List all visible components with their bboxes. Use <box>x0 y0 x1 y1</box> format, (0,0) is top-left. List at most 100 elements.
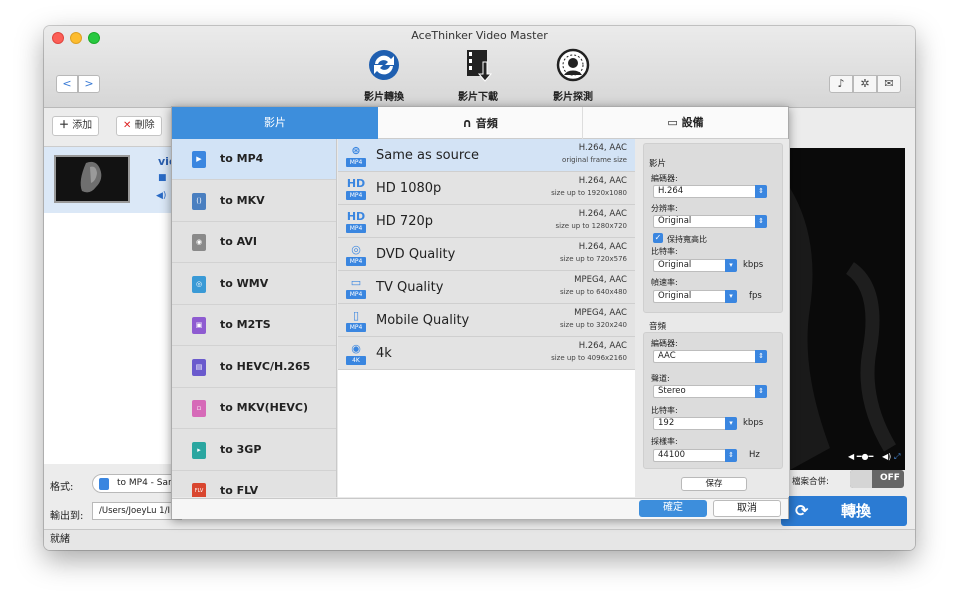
merge-toggle[interactable]: OFF <box>850 470 904 488</box>
merge-label: 檔案合併: <box>792 477 829 487</box>
resolution-label: 分辨率: <box>651 204 678 213</box>
format-item[interactable]: ▫ to MKV(HEVC) <box>172 388 336 429</box>
forward-button[interactable]: > <box>78 75 100 93</box>
convert-icon: ⟳ <box>795 501 809 520</box>
preset-format-icon: HD MP4 <box>346 177 366 200</box>
user-icon[interactable]: ♪ <box>829 75 853 93</box>
audio-encoder-value: AAC <box>658 351 676 361</box>
format-label: to 3GP <box>220 442 262 456</box>
preset-item[interactable]: HD MP4 HD 720p H.264, AAC size up to 1280x72… <box>338 205 635 238</box>
framerate-label: 幀速率: <box>651 278 678 287</box>
cancel-button[interactable]: 取消 <box>713 500 781 517</box>
preset-codec: H.264, AAC <box>578 143 627 153</box>
format-file-icon: ▶ <box>192 151 206 168</box>
chevron-down-icon: ▾ <box>725 259 737 272</box>
bitrate-unit: kbps <box>743 260 764 270</box>
add-button[interactable]: ＋ 添加 <box>52 116 100 136</box>
format-label: to MP4 <box>220 152 264 165</box>
format-select[interactable]: to MP4 - Sar <box>92 474 182 493</box>
bitrate-select[interactable]: Original ▾ <box>653 259 737 272</box>
format-item[interactable]: ▣ to M2TS <box>172 305 336 346</box>
format-label: to FLV <box>220 484 259 497</box>
ok-label: 確定 <box>663 502 683 513</box>
tool-video-convert[interactable]: 影片轉換 <box>354 46 414 103</box>
tab-device[interactable]: ▭ 設備 <box>583 107 788 139</box>
encoder-value: H.264 <box>658 186 684 196</box>
audio-bitrate-select[interactable]: 192 ▾ <box>653 417 737 430</box>
preset-codec: H.264, AAC <box>578 209 627 219</box>
save-button[interactable]: 保存 <box>681 477 747 491</box>
preset-description: size up to 720x576 <box>559 255 627 263</box>
profile-tabs: 影片 ∩ 音頻 ▭ 設備 <box>172 107 788 139</box>
format-item[interactable]: FLV to FLV <box>172 471 336 497</box>
ok-button[interactable]: 確定 <box>639 500 707 517</box>
tool-video-detect[interactable]: 影片探測 <box>543 46 603 103</box>
framerate-select[interactable]: Original ▾ <box>653 290 737 303</box>
preset-format-icon: ▯ MP4 <box>346 308 366 332</box>
chevron-down-icon: ⇕ <box>755 185 767 198</box>
output-path-field[interactable]: /Users/JoeyLu 1/I <box>92 502 182 520</box>
encoder-label: 編碼器: <box>651 174 678 183</box>
preset-item[interactable]: ▭ MP4 TV Quality MPEG4, AAC size up to 640x4… <box>338 271 635 304</box>
file-list: vic ■ ◀) <box>44 146 175 464</box>
chevron-down-icon: ▾ <box>725 290 737 303</box>
format-file-icon: FLV <box>192 483 206 497</box>
tool-video-download[interactable]: 影片下載 <box>448 46 508 103</box>
volume-slider[interactable]: ◀ ━●━ <box>848 452 873 461</box>
keep-ratio-checkbox[interactable]: ✓ <box>653 233 663 243</box>
detect-icon <box>554 46 592 84</box>
preset-description: size up to 320x240 <box>559 321 627 329</box>
channel-label: 聲道: <box>651 374 670 383</box>
format-item[interactable]: ◎ to WMV <box>172 264 336 305</box>
format-item[interactable]: () to MKV <box>172 181 336 222</box>
merge-toggle-state: OFF <box>880 473 900 483</box>
fullscreen-icon[interactable]: ⤢ <box>894 452 900 462</box>
channel-select[interactable]: Stereo ⇕ <box>653 385 767 398</box>
preset-format-icon: ◉ 4K <box>346 341 366 365</box>
preset-item[interactable]: ▯ MP4 Mobile Quality MPEG4, AAC size up to 3… <box>338 304 635 337</box>
delete-button[interactable]: ✕ 刪除 <box>116 116 162 136</box>
format-item[interactable]: ◉ to AVI <box>172 222 336 263</box>
resolution-select[interactable]: Original ⇕ <box>653 215 767 228</box>
resolution-value: Original <box>658 216 692 226</box>
tab-audio-label: 音頻 <box>475 117 498 130</box>
gear-icon[interactable]: ✲ <box>853 75 877 93</box>
settings-panel: 影片 編碼器: H.264 ⇕ 分辨率: Original ⇕ ✓ 保持寬高比 … <box>637 139 789 497</box>
samplerate-unit: Hz <box>749 450 760 460</box>
tab-video[interactable]: 影片 <box>172 107 378 139</box>
preset-description: size up to 4096x2160 <box>551 354 627 362</box>
tab-audio[interactable]: ∩ 音頻 <box>378 107 583 139</box>
encoder-select[interactable]: H.264 ⇕ <box>653 185 767 198</box>
format-file-icon: ▸ <box>192 441 206 459</box>
keep-ratio-label: 保持寬高比 <box>667 235 707 244</box>
file-row[interactable]: vic ■ ◀) <box>44 147 175 213</box>
preset-name: Same as source <box>376 148 480 163</box>
preset-item[interactable]: ◎ MP4 DVD Quality H.264, AAC size up to 720x… <box>338 238 635 271</box>
preset-item[interactable]: ⊛ MP4 Same as source H.264, AAC original fra… <box>338 139 635 172</box>
audio-bitrate-label: 比特率: <box>651 406 678 415</box>
format-item[interactable]: ▤ to HEVC/H.265 <box>172 347 336 388</box>
format-item[interactable]: ▸ to 3GP <box>172 430 336 471</box>
back-button[interactable]: < <box>56 75 78 93</box>
preset-format-icon: ◎ MP4 <box>346 242 366 266</box>
format-item[interactable]: ▶ to MP4 <box>172 139 336 180</box>
preset-format-icon: ▭ MP4 <box>346 275 366 299</box>
samplerate-select[interactable]: 44100 ⇕ <box>653 449 737 462</box>
convert-button[interactable]: ⟳ 轉換 <box>781 496 907 526</box>
tab-video-label: 影片 <box>264 116 286 129</box>
preset-name: DVD Quality <box>376 247 456 262</box>
preset-item[interactable]: ◉ 4K 4k H.264, AAC size up to 4096x2160 <box>338 337 635 370</box>
audio-encoder-select[interactable]: AAC ⇕ <box>653 350 767 363</box>
preset-item[interactable]: HD MP4 HD 1080p H.264, AAC size up to 1920x1… <box>338 172 635 205</box>
preset-codec: MPEG4, AAC <box>574 308 627 318</box>
audio-section-title: 音頻 <box>649 322 667 332</box>
preset-badge: MP4 <box>346 323 366 332</box>
speaker-icon[interactable]: ◀) <box>882 452 891 461</box>
preset-name: TV Quality <box>376 280 444 295</box>
preset-codec: H.264, AAC <box>578 242 627 252</box>
title-bar: AceThinker Video Master < > 影片轉換 影片下載 影片… <box>44 26 915 108</box>
feedback-icon[interactable]: ✉ <box>877 75 901 93</box>
close-icon: ✕ <box>123 120 132 131</box>
output-label: 輸出到: <box>50 511 84 522</box>
format-label: to M2TS <box>220 318 271 331</box>
